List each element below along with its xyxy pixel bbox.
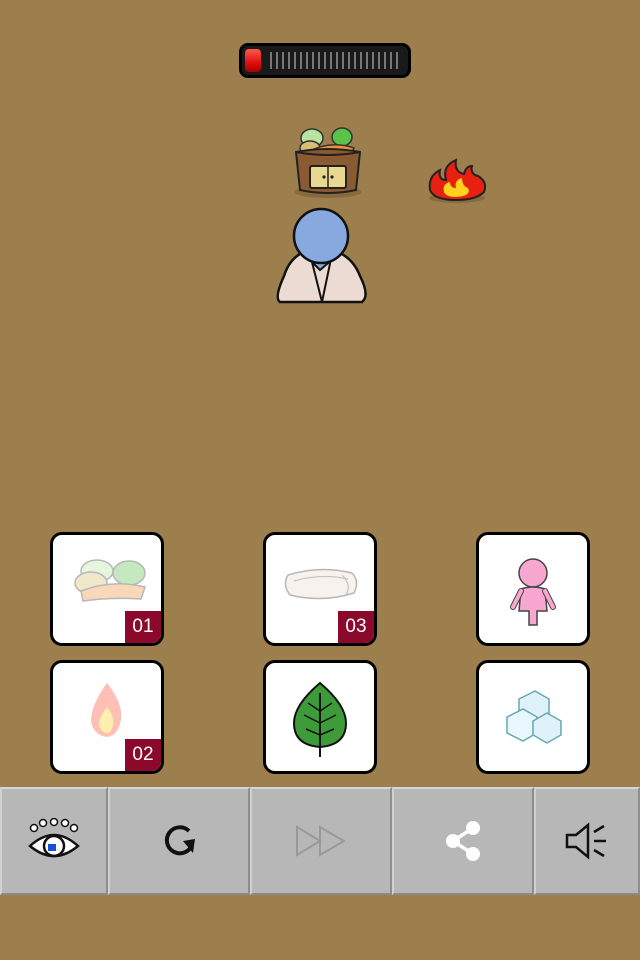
timer-fill	[245, 49, 261, 72]
item-count-badge: 03	[338, 611, 374, 643]
bald-person-icon	[276, 207, 367, 304]
skip-button[interactable]	[250, 787, 392, 895]
share-button[interactable]	[392, 787, 534, 895]
item-leaf[interactable]	[263, 660, 377, 774]
bottom-toolbar	[0, 787, 640, 895]
vegetable-basket-icon[interactable]	[290, 122, 366, 202]
hint-button[interactable]	[0, 787, 108, 895]
item-fire[interactable]: 02	[50, 660, 164, 774]
restart-button[interactable]	[108, 787, 250, 895]
sound-button[interactable]	[534, 787, 640, 895]
item-vegetables[interactable]: 01	[50, 532, 164, 646]
item-count-badge: 01	[125, 611, 161, 643]
timer-bar	[239, 43, 411, 78]
skip-forward-icon	[296, 825, 346, 857]
pink-doll-icon	[510, 558, 556, 626]
sound-icon	[565, 822, 606, 860]
leaf-icon	[292, 681, 348, 757]
item-pink-doll[interactable]	[476, 532, 590, 646]
restart-icon	[164, 825, 195, 856]
item-count-badge: 02	[125, 739, 161, 771]
item-ice-cubes[interactable]	[476, 660, 590, 774]
ice-cubes-icon	[506, 690, 562, 744]
item-blanket[interactable]: 03	[263, 532, 377, 646]
campfire-icon	[428, 158, 487, 203]
timer-ticks	[270, 52, 402, 69]
share-icon	[446, 821, 480, 861]
hint-eye-icon	[28, 818, 80, 858]
